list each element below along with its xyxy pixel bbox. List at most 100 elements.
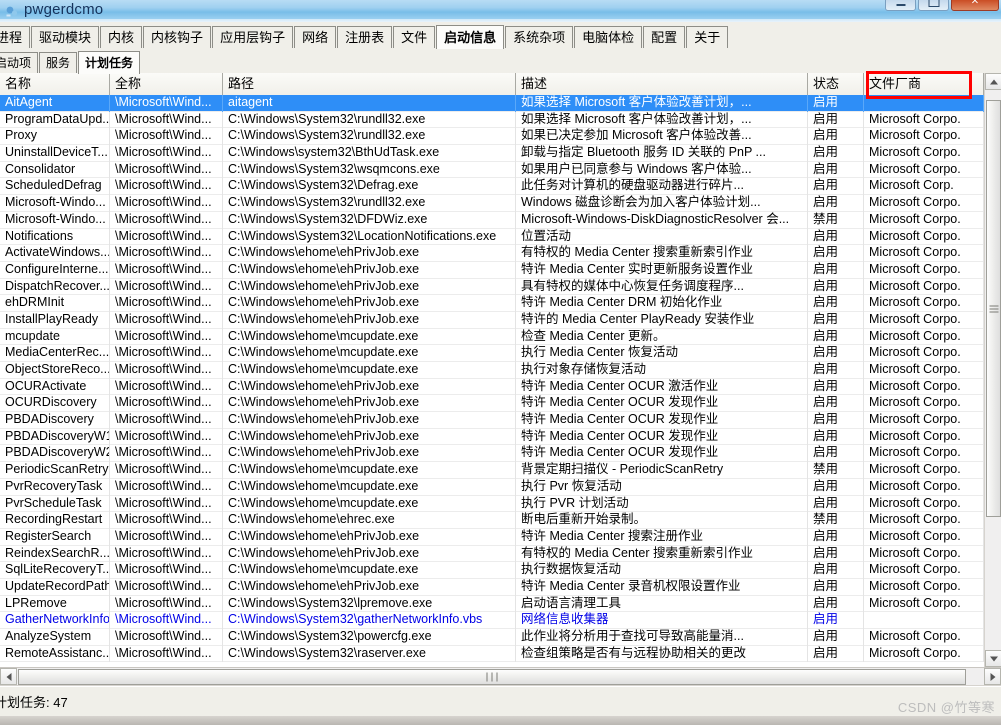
- cell-名称: ObjectStoreReco...: [0, 362, 110, 379]
- cell-名称: ConfigureInterne...: [0, 261, 110, 279]
- table-row[interactable]: PvrScheduleTask \Microsoft\Wind... C:\Wind…: [0, 495, 984, 513]
- subtab-1[interactable]: 服务: [39, 52, 78, 73]
- table-row[interactable]: MediaCenterRec... \Microsoft\Wind... C:\Wi…: [0, 345, 984, 362]
- table-row[interactable]: UninstallDeviceT... \Microsoft\Wind... C:\…: [0, 145, 984, 162]
- table-row[interactable]: Notifications \Microsoft\Wind... C:\Window…: [0, 228, 984, 246]
- cell-名称: AnalyzeSystem: [0, 629, 110, 646]
- subtab-2[interactable]: 计划任务: [78, 51, 141, 74]
- horizontal-scrollbar[interactable]: [0, 667, 1001, 685]
- table-row[interactable]: PBDADiscovery \Microsoft\Wind... C:\Window…: [0, 412, 984, 429]
- cell-全称: \Microsoft\Wind...: [110, 311, 223, 329]
- column-header-1[interactable]: 全称: [110, 73, 223, 95]
- scroll-down-button[interactable]: [985, 650, 1001, 667]
- table-row[interactable]: InstallPlayReady \Microsoft\Wind... C:\Win…: [0, 311, 984, 329]
- table-row[interactable]: RecordingRestart \Microsoft\Wind... C:\Win…: [0, 512, 984, 529]
- column-header-3[interactable]: 描述: [516, 73, 808, 95]
- cell-描述: 如果用户已同意参与 Windows 客户体验...: [516, 161, 808, 179]
- tab-label: 内核: [108, 30, 135, 45]
- cell-描述: 位置活动: [516, 228, 808, 246]
- table-row[interactable]: PBDADiscoveryW2 \Microsoft\Wind... C:\Wind…: [0, 445, 984, 463]
- subtab-0[interactable]: 启动项: [0, 52, 39, 73]
- cell-状态: 启用: [808, 362, 864, 379]
- cell-全称: \Microsoft\Wind...: [110, 629, 223, 646]
- vertical-scrollbar[interactable]: [984, 73, 1001, 667]
- tab-3[interactable]: 内核钩子: [143, 26, 212, 48]
- cell-全称: \Microsoft\Wind...: [110, 462, 223, 479]
- cell-描述: 启动语言清理工具: [516, 595, 808, 613]
- cell-全称: \Microsoft\Wind...: [110, 528, 223, 546]
- cell-状态: 启用: [808, 111, 864, 129]
- cell-全称: \Microsoft\Wind...: [110, 328, 223, 346]
- window-title: pwgerdcmo: [24, 1, 104, 18]
- table-row[interactable]: ConfigureInterne... \Microsoft\Wind... C:\…: [0, 261, 984, 279]
- column-header-2[interactable]: 路径: [223, 73, 516, 95]
- maximize-button[interactable]: [918, 0, 949, 11]
- tab-1[interactable]: 驱动模块: [31, 26, 100, 48]
- column-header-5[interactable]: 文件厂商: [864, 73, 984, 95]
- tab-0[interactable]: 进程: [0, 26, 31, 48]
- scroll-left-button[interactable]: [0, 668, 17, 685]
- table-row[interactable]: SqlLiteRecoveryT... \Microsoft\Wind... C:\…: [0, 562, 984, 579]
- tab-6[interactable]: 注册表: [337, 26, 393, 48]
- primary-tabs: 进程 驱动模块 内核 内核钩子 应用层钩子 网络 注册表 文件 启动信息 系统杂项 电脑体检 配置 关于: [0, 22, 729, 49]
- vertical-scroll-thumb[interactable]: [986, 100, 1001, 517]
- table-row[interactable]: ActivateWindows... \Microsoft\Wind... C:\W…: [0, 245, 984, 262]
- cell-全称: \Microsoft\Wind...: [110, 612, 223, 629]
- status-bar: 计划任务: 47: [0, 686, 1001, 716]
- scroll-right-button[interactable]: [984, 668, 1001, 685]
- cell-全称: \Microsoft\Wind...: [110, 178, 223, 196]
- scroll-up-button[interactable]: [985, 73, 1001, 90]
- table-row[interactable]: Microsoft-Windo... \Microsoft\Wind... C:\W…: [0, 211, 984, 229]
- cell-文件厂商: Microsoft Corpo.: [864, 328, 984, 346]
- close-button[interactable]: ✕: [951, 0, 999, 11]
- table-row[interactable]: Consolidator \Microsoft\Wind... C:\Windows…: [0, 161, 984, 179]
- tab-7[interactable]: 文件: [393, 26, 436, 48]
- hscroll-grip-icon: [485, 672, 500, 682]
- cell-路径: C:\Windows\System32\lpremove.exe: [223, 595, 516, 613]
- tab-9[interactable]: 系统杂项: [505, 26, 574, 48]
- cell-文件厂商: Microsoft Corpo.: [864, 462, 984, 479]
- table-row[interactable]: AnalyzeSystem \Microsoft\Wind... C:\Window…: [0, 629, 984, 646]
- horizontal-scroll-thumb[interactable]: [18, 669, 966, 685]
- cell-状态: 启用: [808, 128, 864, 146]
- cell-状态: 启用: [808, 629, 864, 646]
- table-row[interactable]: ObjectStoreReco... \Microsoft\Wind... C:\W…: [0, 362, 984, 379]
- cell-状态: 禁用: [808, 512, 864, 529]
- column-header-0[interactable]: 名称: [0, 73, 110, 95]
- table-row[interactable]: AitAgent \Microsoft\Wind... aitagent 如果选择 M…: [0, 95, 984, 112]
- table-row[interactable]: PeriodicScanRetry \Microsoft\Wind... C:\Wi…: [0, 462, 984, 479]
- tab-10[interactable]: 电脑体检: [574, 26, 643, 48]
- minimize-button[interactable]: [885, 0, 916, 11]
- table-row[interactable]: Proxy \Microsoft\Wind... C:\Windows\System…: [0, 128, 984, 146]
- table-row[interactable]: PvrRecoveryTask \Microsoft\Wind... C:\Wind…: [0, 478, 984, 496]
- table-row[interactable]: PBDADiscoveryW1 \Microsoft\Wind... C:\Wind…: [0, 428, 984, 446]
- table-row[interactable]: UpdateRecordPath \Microsoft\Wind... C:\Win…: [0, 578, 984, 596]
- column-header-4[interactable]: 状态: [808, 73, 864, 95]
- table-row[interactable]: DispatchRecover... \Microsoft\Wind... C:\W…: [0, 278, 984, 296]
- cell-路径: C:\Windows\ehome\mcupdate.exe: [223, 462, 516, 479]
- table-row[interactable]: mcupdate \Microsoft\Wind... C:\Windows\eho…: [0, 328, 984, 346]
- tab-2[interactable]: 内核: [100, 26, 143, 48]
- table-row[interactable]: RemoteAssistanc... \Microsoft\Wind... C:\W…: [0, 645, 984, 663]
- cell-状态: 启用: [808, 195, 864, 212]
- table-row[interactable]: OCURDiscovery \Microsoft\Wind... C:\Window…: [0, 395, 984, 413]
- arrow-down-icon: [989, 656, 998, 661]
- table-row[interactable]: ehDRMInit \Microsoft\Wind... C:\Windows\eh…: [0, 295, 984, 312]
- tab-11[interactable]: 配置: [643, 26, 686, 48]
- tab-12[interactable]: 关于: [686, 26, 729, 48]
- table-row[interactable]: LPRemove \Microsoft\Wind... C:\Windows\Sys…: [0, 595, 984, 613]
- cell-名称: ReindexSearchR...: [0, 545, 110, 563]
- tab-4[interactable]: 应用层钩子: [212, 26, 294, 48]
- table-row[interactable]: Microsoft-Windo... \Microsoft\Wind... C:\W…: [0, 195, 984, 212]
- table-row[interactable]: ScheduledDefrag \Microsoft\Wind... C:\Wind…: [0, 178, 984, 196]
- cell-文件厂商: Microsoft Corpo.: [864, 111, 984, 129]
- tab-5[interactable]: 网络: [294, 26, 337, 48]
- tab-8[interactable]: 启动信息: [436, 25, 505, 49]
- cell-全称: \Microsoft\Wind...: [110, 412, 223, 429]
- table-row[interactable]: OCURActivate \Microsoft\Wind... C:\Windows…: [0, 378, 984, 396]
- table-row[interactable]: ProgramDataUpd... \Microsoft\Wind... C:\Wi…: [0, 111, 984, 129]
- table-row[interactable]: RegisterSearch \Microsoft\Wind... C:\Windo…: [0, 528, 984, 546]
- cell-描述: 执行对象存储恢复活动: [516, 362, 808, 379]
- table-row[interactable]: GatherNetworkInfo \Microsoft\Wind... C:\Wi…: [0, 612, 984, 629]
- table-row[interactable]: ReindexSearchR... \Microsoft\Wind... C:\Wi…: [0, 545, 984, 563]
